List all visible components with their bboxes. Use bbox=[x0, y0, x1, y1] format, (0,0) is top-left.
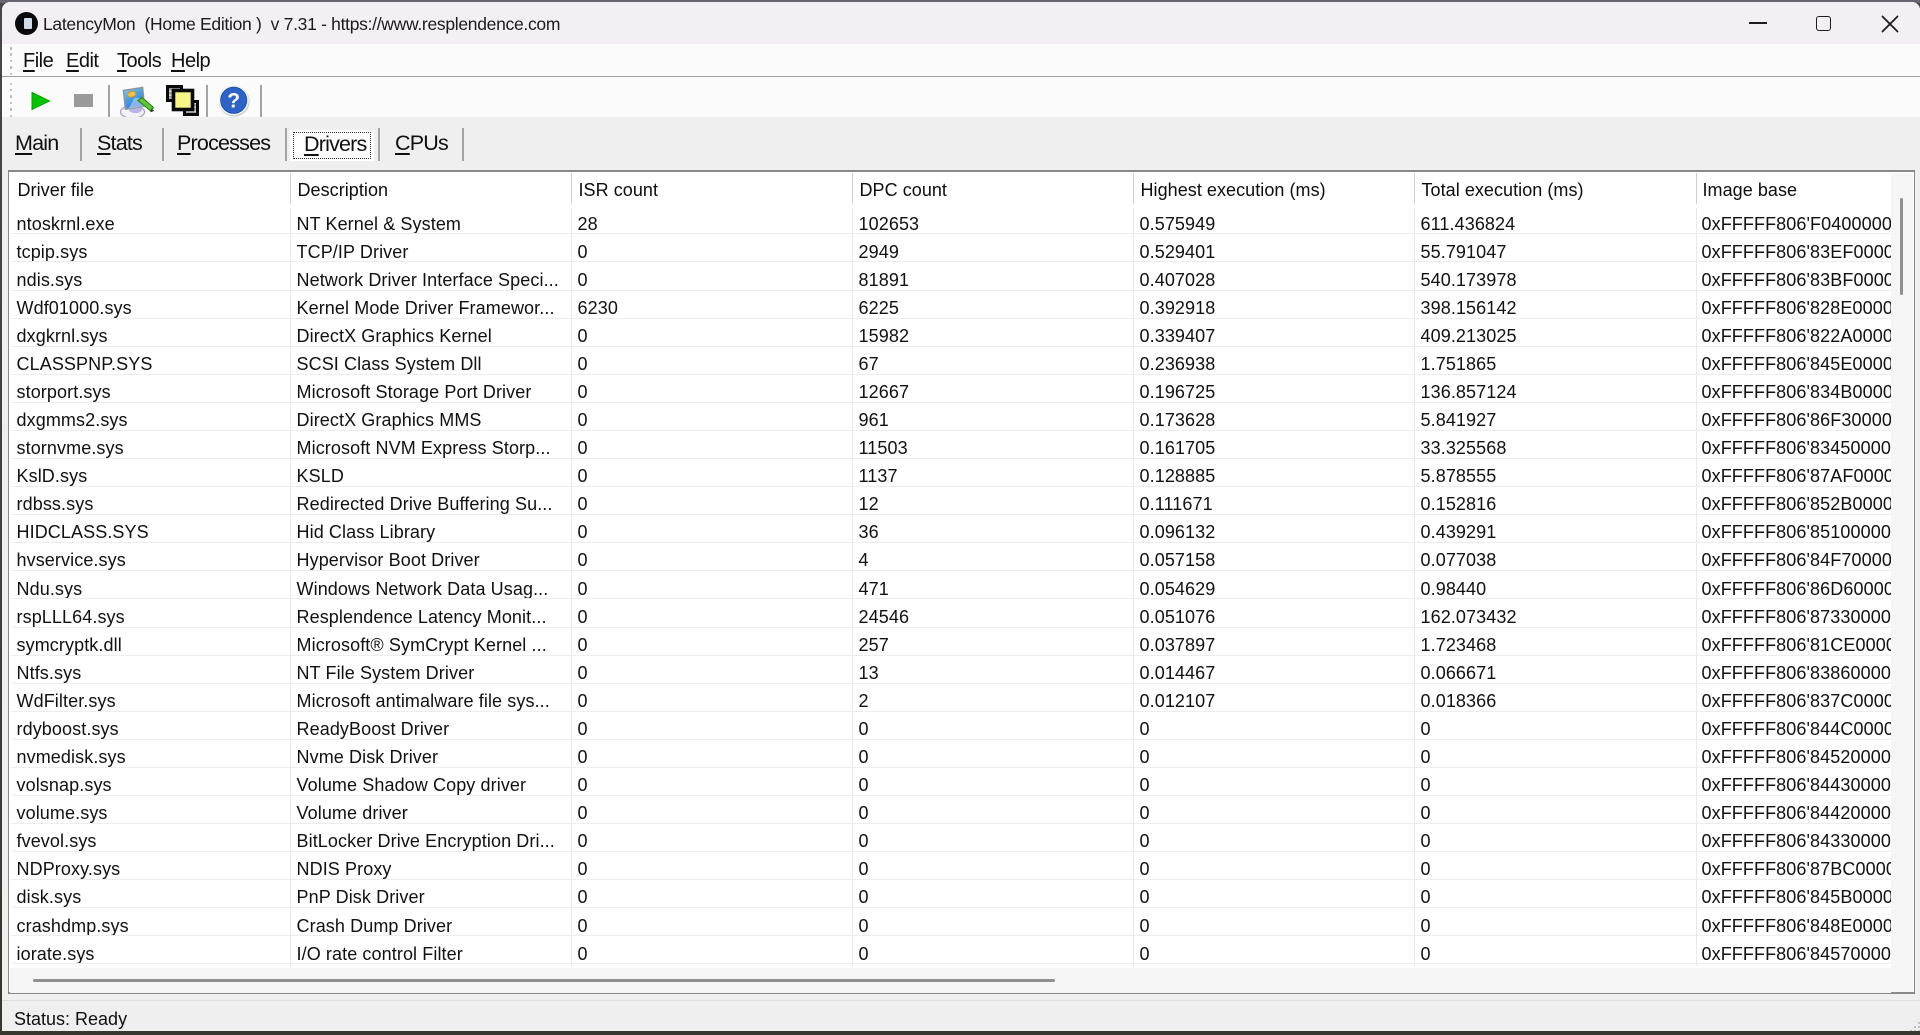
svg-text:?: ? bbox=[227, 90, 240, 113]
